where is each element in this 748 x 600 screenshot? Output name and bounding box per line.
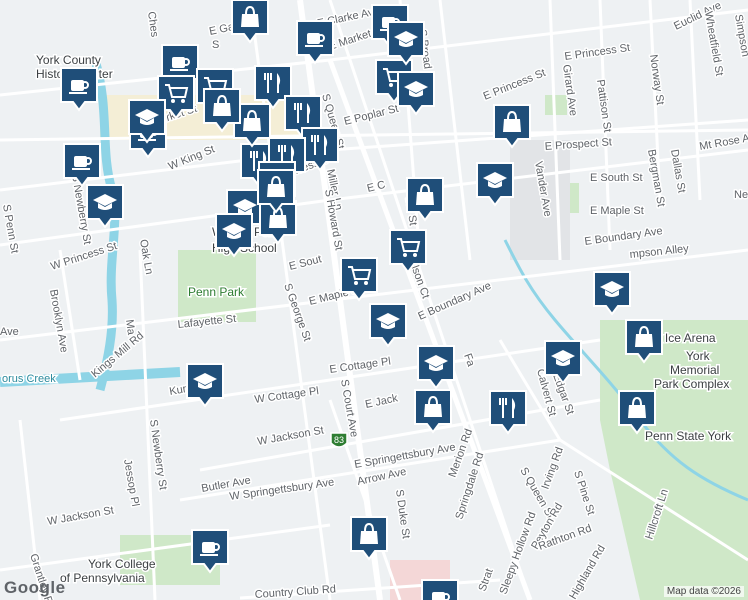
- highway-shield-number: 83: [334, 435, 344, 445]
- place-label-codorus-creek: orus Creek: [2, 373, 56, 385]
- place-label-penn-park: Penn Park: [188, 285, 245, 299]
- map-attribution[interactable]: Map data ©2026: [663, 586, 744, 597]
- place-label-penn-state-york: Penn State York: [645, 429, 732, 443]
- street-label-s-partial: S: [212, 39, 219, 51]
- street-label-e-maple-st: E Maple St: [590, 205, 644, 217]
- place-label-york-memorial-2: Memorial: [670, 363, 719, 377]
- street-label-ma-partial: Ma: [123, 319, 137, 337]
- street-label-e-south-st: E South St: [590, 172, 643, 184]
- street-label-ave-partial: Ave: [0, 326, 19, 338]
- place-label-york-county-history-1: York County: [36, 53, 101, 67]
- park-patch-2: [545, 95, 567, 115]
- poi-marker-cafe-7[interactable]: [421, 579, 459, 600]
- place-label-york-college-1: York College: [88, 557, 156, 571]
- place-label-york-college-2: of Pennsylvania: [60, 571, 145, 585]
- highway-shield-83: 83: [330, 432, 348, 448]
- place-label-york-memorial-1: York: [686, 349, 711, 363]
- google-logo[interactable]: Google: [4, 578, 66, 598]
- map-canvas[interactable]: 83 S Queen StS Queen StE Princess StE Pr…: [0, 0, 748, 600]
- place-label-york-memorial-3: Park Complex: [654, 377, 729, 391]
- street-label-nes: Nes: [734, 189, 748, 201]
